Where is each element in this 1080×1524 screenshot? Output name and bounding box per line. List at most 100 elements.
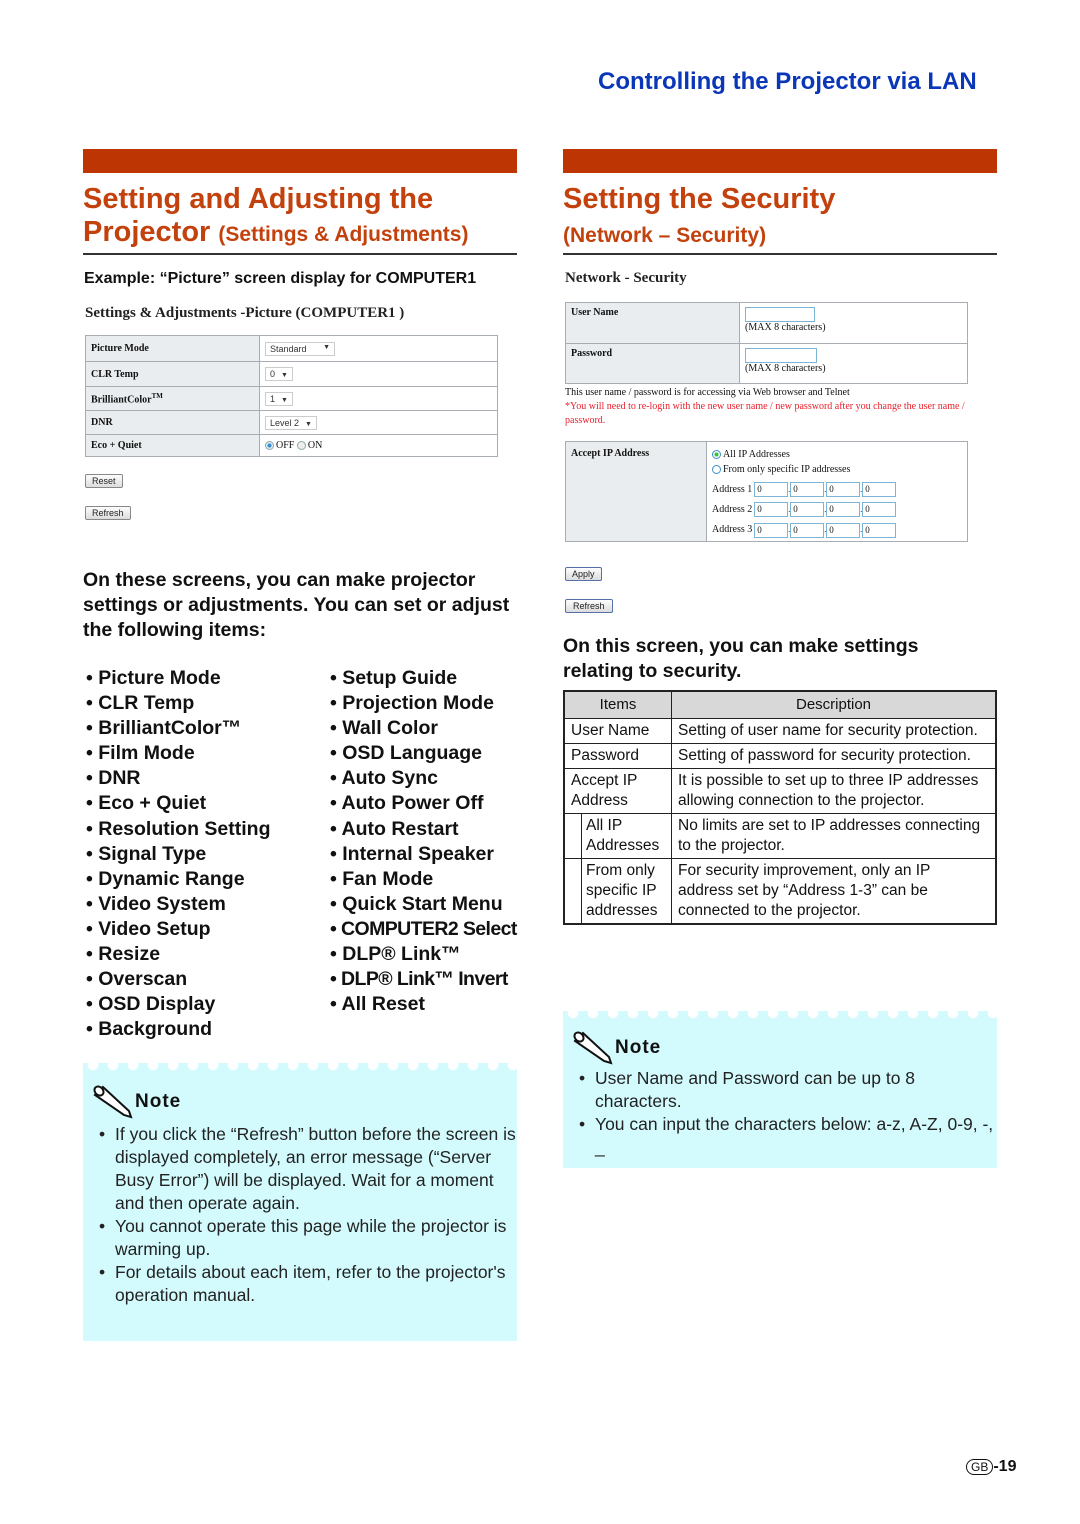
- ip-octet-input[interactable]: 0: [790, 502, 825, 518]
- note-list: If you click the “Refresh” button before…: [91, 1123, 517, 1307]
- item-cell: Accept IP Address: [563, 768, 672, 814]
- ip-octet-input[interactable]: 0: [826, 522, 861, 538]
- dnr-select[interactable]: Level 2 ▼: [265, 415, 317, 430]
- max-hint: (MAX 8 characters): [745, 322, 826, 333]
- setting-label: Picture Mode: [85, 335, 260, 362]
- ip-octet-input[interactable]: 0: [790, 482, 825, 498]
- description-cell: No limits are set to IP addresses connec…: [671, 813, 997, 859]
- page-number: GB -19: [966, 1458, 1016, 1476]
- ip-octet-input[interactable]: 0: [826, 482, 861, 498]
- settings-table: Picture Mode Standard ▼ CLR Temp 0 ▼ Brill…: [85, 335, 498, 457]
- pencil-icon: [93, 1085, 133, 1119]
- list-item: Overscan: [86, 967, 326, 992]
- setting-label: DNR: [85, 410, 260, 435]
- description-cell: It is possible to set up to three IP add…: [671, 768, 997, 814]
- radio-empty-icon: [712, 465, 721, 475]
- table-header-row: Items Description: [563, 690, 997, 719]
- dropdown-arrow-icon: ▼: [305, 420, 312, 428]
- user-name-input[interactable]: [745, 307, 815, 322]
- item-cell: User Name: [563, 718, 672, 744]
- dropdown-arrow-icon: ▼: [323, 343, 330, 351]
- brilliantcolor-select[interactable]: 1 ▼: [265, 391, 293, 406]
- credentials-row: Password (MAX 8 characters): [565, 343, 968, 384]
- list-item: DLP® Link™ Invert: [330, 967, 530, 992]
- settings-row: Picture Mode Standard ▼: [85, 335, 498, 362]
- section-bar-right: [563, 149, 997, 173]
- note-dotted-edge: [83, 1063, 517, 1071]
- running-head: Controlling the Projector via LAN: [598, 68, 977, 95]
- table-row: All IP Addresses No limits are set to IP …: [564, 813, 997, 859]
- list-item: User Name and Password can be up to 8 ch…: [571, 1067, 997, 1113]
- list-item: All Reset: [330, 992, 530, 1017]
- list-item: You cannot operate this page while the p…: [91, 1215, 517, 1261]
- ip-octet-input[interactable]: 0: [862, 482, 897, 498]
- left-lead-text: On these screens, you can make projector…: [83, 569, 510, 641]
- note-heading: Note: [571, 1031, 997, 1065]
- list-item: Wall Color: [330, 716, 530, 741]
- address-label: Address 2: [712, 504, 753, 516]
- table-row: User Name Setting of user name for securi…: [563, 718, 997, 744]
- radio-empty-icon: [296, 441, 306, 451]
- list-item: OSD Display: [86, 992, 326, 1017]
- ip-octet-input[interactable]: 0: [754, 502, 789, 518]
- column-header-description: Description: [671, 690, 997, 719]
- dropdown-arrow-icon: ▼: [281, 396, 288, 404]
- list-item: Auto Sync: [330, 766, 530, 791]
- note-box-right: Note User Name and Password can be up to…: [563, 1011, 997, 1168]
- table-row: From only specific IP addresses For secur…: [564, 858, 997, 925]
- list-item: Video System: [86, 892, 326, 917]
- ip-octet-input[interactable]: 0: [826, 502, 861, 518]
- list-item: You can input the characters below: a-z,…: [571, 1113, 997, 1159]
- specific-ip-radio[interactable]: From only specific IP addresses: [712, 462, 962, 477]
- radio-selected-icon: [712, 450, 721, 460]
- list-item: Resize: [86, 942, 326, 967]
- eco-off-radio[interactable]: OFF: [265, 440, 294, 451]
- note-list: User Name and Password can be up to 8 ch…: [571, 1067, 997, 1159]
- item-cell: Password: [563, 743, 672, 769]
- reset-button[interactable]: Reset: [85, 474, 123, 488]
- list-item: OSD Language: [330, 741, 530, 766]
- description-cell: Setting of user name for security protec…: [671, 718, 997, 744]
- settings-items-list-2: Setup GuideProjection ModeWall ColorOSD …: [330, 666, 530, 1017]
- password-label: Password: [565, 343, 740, 384]
- note-heading: Note: [91, 1085, 517, 1119]
- settings-row: DNR Level 2 ▼: [85, 410, 498, 435]
- address-label: Address 3: [712, 524, 753, 536]
- section-title-right: Setting the Security: [563, 183, 836, 215]
- password-input[interactable]: [745, 348, 817, 363]
- apply-button[interactable]: Apply: [565, 567, 602, 581]
- list-item: Internal Speaker: [330, 842, 530, 867]
- title-line-2: Projector (Settings & Adjustments): [83, 216, 469, 248]
- refresh-button[interactable]: Refresh: [565, 599, 613, 613]
- refresh-button[interactable]: Refresh: [85, 506, 131, 520]
- list-item: Eco + Quiet: [86, 791, 326, 816]
- section-subtitle-right: (Network – Security): [563, 224, 767, 247]
- all-ip-radio[interactable]: All IP Addresses: [712, 447, 962, 462]
- settings-web-screenshot: Settings & Adjustments -Picture (COMPUTE…: [85, 305, 505, 521]
- setting-label: CLR Temp: [85, 361, 260, 387]
- table-body: User Name Setting of user name for securi…: [563, 718, 997, 925]
- item-cell: All IP Addresses: [564, 813, 672, 859]
- max-hint: (MAX 8 characters): [745, 363, 826, 374]
- ip-octet-input[interactable]: 0: [754, 522, 789, 538]
- eco-on-radio[interactable]: ON: [296, 440, 322, 451]
- item-label: All IP Addresses: [581, 814, 671, 858]
- list-item: Dynamic Range: [86, 867, 326, 892]
- radio-selected-icon: [265, 441, 274, 451]
- right-lead-text: On this screen, you can make settings re…: [563, 635, 919, 682]
- picture-mode-select[interactable]: Standard ▼: [265, 341, 335, 356]
- ip-octet-input[interactable]: 0: [754, 482, 789, 498]
- list-item: Setup Guide: [330, 666, 530, 691]
- list-item: DNR: [86, 766, 326, 791]
- address-label: Address 1: [712, 484, 753, 495]
- accept-ip-row: Accept IP Address All IP Addresses From …: [565, 441, 968, 542]
- ip-octet-input[interactable]: 0: [862, 522, 897, 538]
- security-items-table: Items Description User Name Setting of us…: [563, 690, 997, 925]
- list-item: Fan Mode: [330, 867, 530, 892]
- list-item: Auto Power Off: [330, 791, 530, 816]
- ip-octet-input[interactable]: 0: [862, 502, 897, 518]
- region-badge: GB: [966, 1459, 994, 1475]
- example-caption: Example: “Picture” screen display for CO…: [84, 270, 477, 287]
- ip-octet-input[interactable]: 0: [790, 522, 825, 538]
- clr-temp-select[interactable]: 0 ▼: [265, 367, 293, 381]
